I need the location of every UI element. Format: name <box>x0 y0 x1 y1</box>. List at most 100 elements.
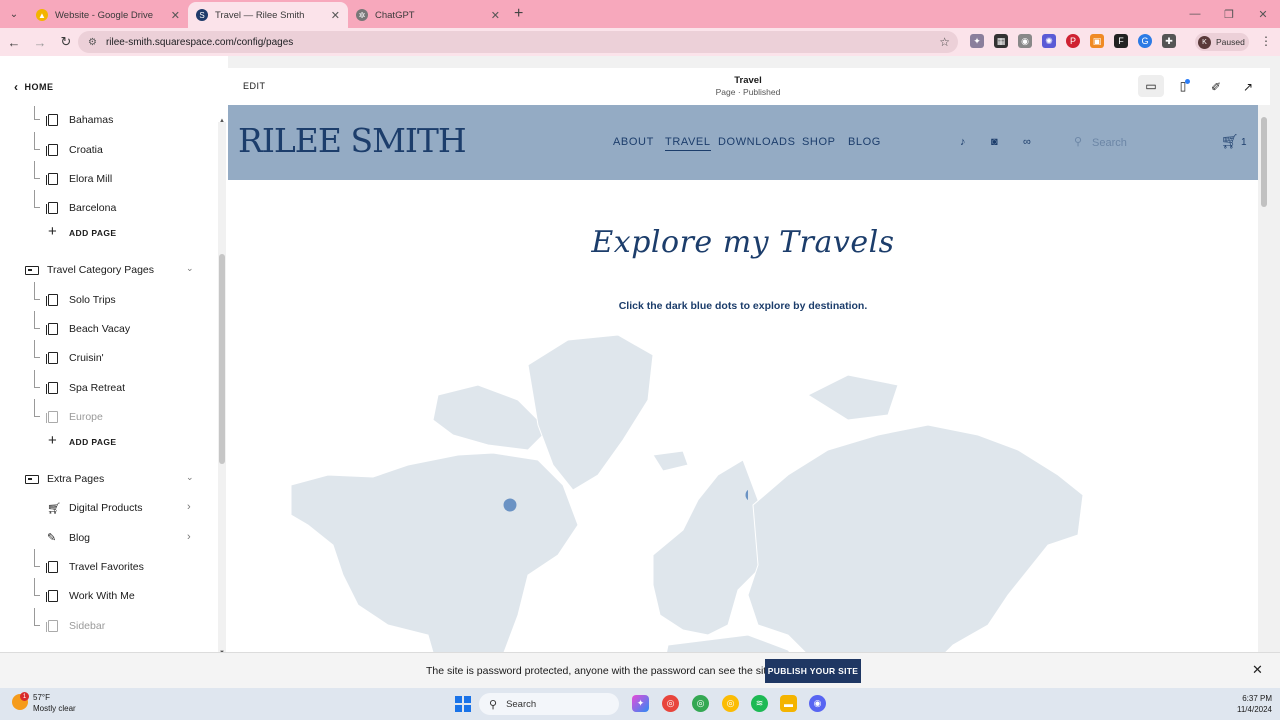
mobile-view-icon[interactable]: ▯ <box>1170 75 1196 97</box>
page-icon <box>46 144 58 156</box>
sidebar-item-beach-vacay[interactable]: Beach Vacay <box>0 311 216 340</box>
destination-marker[interactable] <box>745 489 749 502</box>
extension-icon[interactable]: F <box>1114 34 1128 48</box>
address-bar[interactable]: ⚙ rilee-smith.squarespace.com/config/pag… <box>78 31 958 53</box>
close-icon[interactable]: ✕ <box>171 9 180 22</box>
scroll-up-icon[interactable]: ▲ <box>218 118 226 124</box>
page-icon <box>46 114 58 126</box>
more-menu-icon[interactable]: ⋮ <box>1260 34 1272 48</box>
extension-icon[interactable]: ▣ <box>1090 34 1104 48</box>
sidebar-item-croatia[interactable]: Croatia <box>0 132 216 161</box>
sidebar-item-spa-retreat[interactable]: Spa Retreat <box>0 370 216 399</box>
restore-button[interactable]: ❐ <box>1212 0 1246 28</box>
copilot-icon[interactable]: ✦ <box>632 695 649 712</box>
nav-travel[interactable]: TRAVEL <box>665 136 711 151</box>
taskbar-clock[interactable]: 6:37 PM 11/4/2024 <box>1222 693 1272 715</box>
tiktok-icon[interactable]: ♪ <box>960 136 966 148</box>
tab-search-button[interactable]: ⌄ <box>4 4 24 24</box>
chevron-right-icon[interactable]: › <box>187 501 191 513</box>
sidebar-item-label: Europe <box>69 411 103 423</box>
add-page-label: ADD PAGE <box>69 228 117 238</box>
section-extra-pages[interactable]: Extra Pages ⌄ <box>0 468 216 490</box>
nav-shop[interactable]: SHOP <box>802 136 836 148</box>
sidebar-item-barcelona[interactable]: Barcelona <box>0 190 216 219</box>
instagram-icon[interactable]: ◙ <box>991 136 998 148</box>
close-icon[interactable]: ✕ <box>331 9 340 22</box>
reload-icon[interactable]: ↻ <box>54 30 78 54</box>
extension-icon[interactable]: ✦ <box>970 34 984 48</box>
search-icon[interactable]: ⚲ <box>1074 135 1082 148</box>
preview-scrollbar[interactable] <box>1258 105 1270 688</box>
minimize-button[interactable]: — <box>1178 0 1212 28</box>
avatar: K <box>1198 35 1211 49</box>
discord-icon[interactable]: ◉ <box>809 695 826 712</box>
sidebar-item-bahamas[interactable]: Bahamas <box>0 106 216 131</box>
chevron-down-icon[interactable]: ⌄ <box>186 263 194 274</box>
open-external-icon[interactable]: ↗ <box>1243 80 1253 94</box>
close-icon[interactable]: ✕ <box>491 9 500 22</box>
nav-blog[interactable]: BLOG <box>848 136 881 148</box>
chrome-icon[interactable]: ◎ <box>662 695 679 712</box>
section-travel-category-pages[interactable]: Travel Category Pages ⌄ <box>0 259 216 281</box>
chrome-icon[interactable]: ◎ <box>722 695 739 712</box>
notification-dot <box>1185 79 1190 84</box>
nav-downloads[interactable]: DOWNLOADS <box>718 136 796 148</box>
chevron-down-icon[interactable]: ⌄ <box>186 472 194 483</box>
sidebar-item-sidebar[interactable]: Sidebar <box>0 608 216 637</box>
scrollbar-thumb[interactable] <box>219 254 225 464</box>
desktop-view-icon[interactable]: ▭ <box>1138 75 1164 97</box>
chrome-icon[interactable]: ◎ <box>692 695 709 712</box>
add-page-button[interactable]: + ADD PAGE <box>0 431 216 453</box>
taskbar-search[interactable]: ⚲ Search <box>479 693 619 715</box>
spotify-icon[interactable]: ≋ <box>751 695 768 712</box>
sidebar-item-cruisin[interactable]: Cruisin' <box>0 340 216 369</box>
destination-marker[interactable] <box>503 498 517 512</box>
sidebar-item-solo-trips[interactable]: Solo Trips <box>0 282 216 311</box>
publish-site-button[interactable]: PUBLISH YOUR SITE <box>765 659 861 683</box>
bookmark-star-icon[interactable]: ☆ <box>939 35 950 49</box>
file-explorer-icon[interactable]: ▬ <box>780 695 797 712</box>
extension-icon[interactable]: ✺ <box>1042 34 1056 48</box>
home-back-link[interactable]: ‹ HOME <box>14 80 54 94</box>
link-icon[interactable]: ∞ <box>1023 136 1031 148</box>
windows-start-icon[interactable] <box>455 696 471 712</box>
tab-strip: ⌄ ▲ Website - Google Drive ✕ S Travel — … <box>0 0 1280 28</box>
sidebar-item-digital-products[interactable]: 🛒︎ Digital Products › <box>0 497 216 519</box>
sidebar-item-europe[interactable]: Europe <box>0 399 216 428</box>
profile-button[interactable]: K Paused <box>1195 33 1249 51</box>
map-lower-markers <box>503 489 749 512</box>
windows-taskbar: 1 57°F Mostly clear ⚲ Search ✦ ◎ ◎ ◎ ≋ ▬… <box>0 688 1280 720</box>
puzzle-icon[interactable]: ✚ <box>1162 34 1176 48</box>
extension-icon[interactable]: G <box>1138 34 1152 48</box>
sidebar-scrollbar[interactable]: ▲ ▼ <box>218 118 226 656</box>
cart-icon[interactable]: 🛒︎ <box>1221 133 1239 150</box>
back-icon[interactable]: ← <box>2 30 26 54</box>
site-search-input[interactable]: Search <box>1092 137 1127 149</box>
close-window-button[interactable]: ✕ <box>1246 0 1280 28</box>
site-logo[interactable]: RILEE SMITH <box>238 121 467 160</box>
sidebar-item-travel-favorites[interactable]: Travel Favorites <box>0 549 216 578</box>
camera-icon[interactable]: ◉ <box>1018 34 1032 48</box>
pinterest-icon[interactable]: P <box>1066 34 1080 48</box>
sidebar-item-blog[interactable]: ✎ Blog › <box>0 527 216 549</box>
apps-grid-icon[interactable]: ▦ <box>994 34 1008 48</box>
add-page-button[interactable]: + ADD PAGE <box>0 222 216 244</box>
hero-subtitle: Click the dark blue dots to explore by d… <box>618 300 868 312</box>
tab-chatgpt[interactable]: ✲ ChatGPT ✕ <box>348 2 508 28</box>
tab-travel[interactable]: S Travel — Rilee Smith ✕ <box>188 2 348 28</box>
page-icon <box>46 590 58 602</box>
new-tab-button[interactable]: + <box>514 5 523 23</box>
sidebar-item-elora-mill[interactable]: Elora Mill <box>0 161 216 190</box>
close-icon[interactable]: ✕ <box>1252 662 1263 678</box>
page-icon <box>46 620 58 632</box>
chevron-right-icon[interactable]: › <box>187 531 191 543</box>
sidebar-item-work-with-me[interactable]: Work With Me <box>0 578 216 607</box>
site-styles-icon[interactable]: ✐ <box>1211 80 1221 94</box>
map-arctic-islands <box>806 374 899 421</box>
tab-google-drive[interactable]: ▲ Website - Google Drive ✕ <box>28 2 188 28</box>
scrollbar-thumb[interactable] <box>1261 117 1267 207</box>
forward-icon[interactable]: → <box>28 30 52 54</box>
edit-button[interactable]: EDIT <box>243 81 266 91</box>
site-info-icon[interactable]: ⚙ <box>88 37 97 48</box>
nav-about[interactable]: ABOUT <box>613 136 654 148</box>
